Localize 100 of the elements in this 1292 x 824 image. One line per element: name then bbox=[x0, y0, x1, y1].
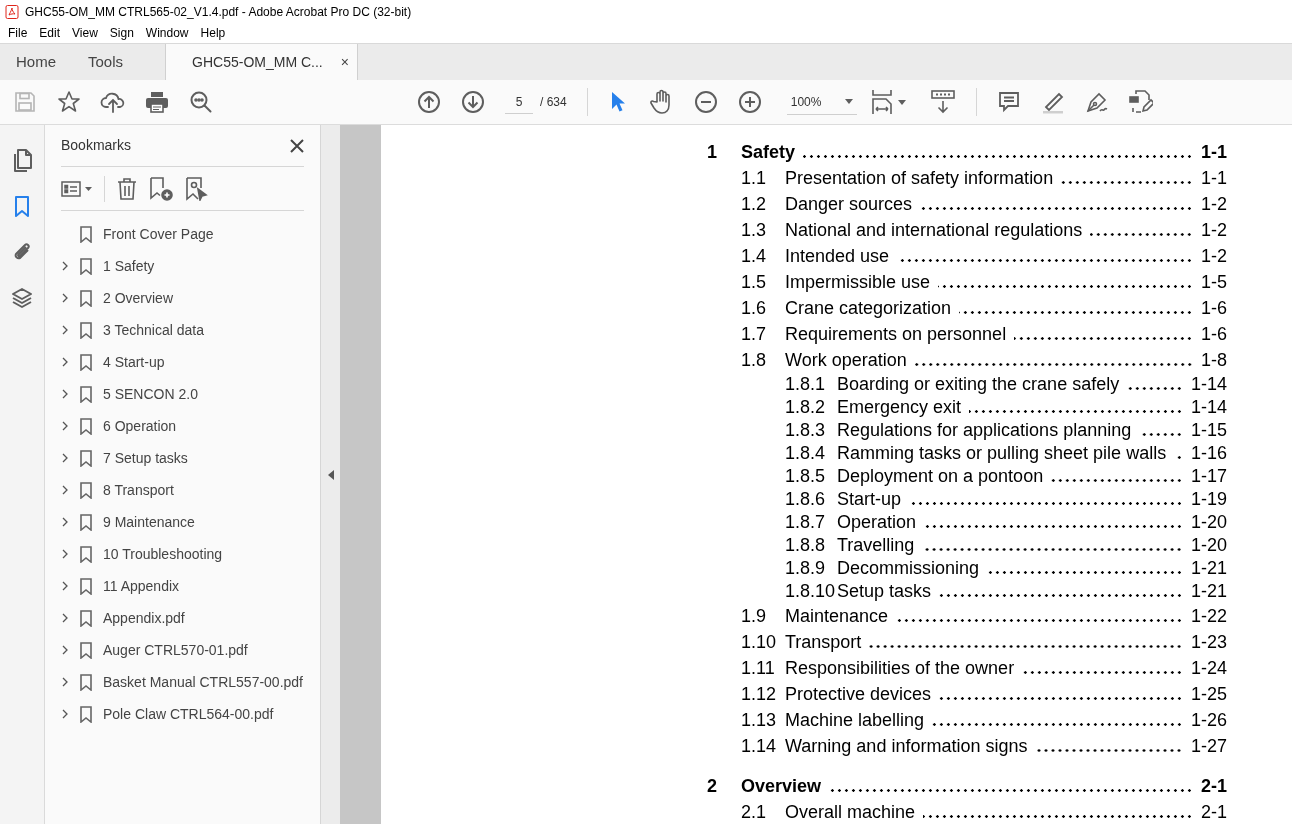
bookmark-icon bbox=[80, 289, 92, 307]
layers-panel-icon[interactable] bbox=[11, 287, 33, 311]
page-number: 1-25 bbox=[1190, 682, 1227, 706]
page-number: 1-14 bbox=[1190, 396, 1227, 419]
page-number: 2-1 bbox=[1201, 800, 1227, 824]
toc-entry[interactable]: Protective devices bbox=[785, 680, 932, 708]
toc-entry[interactable]: Safety bbox=[741, 138, 796, 166]
tab[interactable]: Home bbox=[0, 44, 72, 80]
bookmark-item[interactable]: 8 Transport bbox=[103, 479, 174, 501]
toc-entry[interactable]: Maintenance bbox=[785, 602, 889, 630]
page-number: 1-17 bbox=[1190, 465, 1227, 488]
page-number: 1-1 bbox=[1201, 166, 1227, 190]
toc-entry[interactable]: Machine labelling bbox=[785, 706, 925, 734]
page-number: 1-2 bbox=[1201, 244, 1227, 268]
panel-title: Bookmarks bbox=[61, 136, 132, 155]
page-number: 1-20 bbox=[1190, 534, 1227, 557]
chevron-right-icon[interactable] bbox=[62, 549, 68, 559]
toc-entry[interactable]: Responsibilities of the owner bbox=[785, 654, 1015, 682]
toc-entry[interactable]: Crane categorization bbox=[785, 294, 952, 322]
section-number: 2 bbox=[707, 774, 718, 798]
bookmark-item[interactable]: 6 Operation bbox=[103, 415, 177, 437]
tab[interactable]: GHC55-OM_MM C... × bbox=[165, 44, 358, 81]
bookmark-item[interactable]: Front Cover Page bbox=[103, 223, 214, 245]
toc-entry[interactable]: Transport bbox=[785, 628, 862, 656]
bookmark-item[interactable]: 9 Maintenance bbox=[103, 511, 195, 533]
section-number: 1.14 bbox=[741, 734, 778, 758]
bookmark-item[interactable]: Pole Claw CTRL564-00.pdf bbox=[103, 703, 274, 725]
chevron-right-icon[interactable] bbox=[62, 645, 68, 655]
toc-entry[interactable]: Warning and information signs bbox=[785, 732, 1028, 760]
section-number: 1.6 bbox=[741, 296, 768, 320]
menu-item[interactable]: Edit bbox=[33, 24, 67, 42]
zoom-dropdown[interactable]: 100% bbox=[786, 89, 857, 115]
bookmark-item[interactable]: Basket Manual CTRL557-00.pdf bbox=[103, 671, 303, 693]
bookmark-icon bbox=[80, 353, 92, 371]
toc-entry[interactable]: Intended use bbox=[785, 242, 890, 270]
tab[interactable]: Tools bbox=[72, 44, 140, 80]
chevron-right-icon[interactable] bbox=[62, 677, 68, 687]
chevron-right-icon[interactable] bbox=[62, 261, 68, 271]
menu-item[interactable]: View bbox=[66, 24, 104, 42]
delete-icon[interactable] bbox=[117, 177, 137, 200]
page-number-field[interactable]: 5 bbox=[505, 90, 533, 114]
bookmark-item[interactable]: 1 Safety bbox=[103, 255, 155, 277]
caret-icon bbox=[844, 99, 853, 104]
section-number: 1.8.4 bbox=[785, 442, 827, 465]
bookmark-icon bbox=[80, 673, 92, 691]
chevron-right-icon[interactable] bbox=[62, 613, 68, 623]
menu-item[interactable]: Sign bbox=[103, 24, 140, 42]
toc-entry[interactable]: Danger sources bbox=[785, 190, 913, 218]
page-number: 1-21 bbox=[1190, 557, 1227, 580]
close-icon[interactable] bbox=[290, 138, 304, 153]
dot-leader bbox=[1139, 433, 1183, 436]
section-number: 1.8.5 bbox=[785, 465, 827, 488]
page-number: 1-16 bbox=[1190, 442, 1227, 465]
page-number: 1-6 bbox=[1201, 296, 1227, 320]
toc-entry[interactable]: Presentation of safety information bbox=[785, 164, 1054, 192]
bookmark-icon bbox=[80, 417, 92, 435]
toc-entry[interactable]: National and international regulations bbox=[785, 216, 1083, 244]
chevron-right-icon[interactable] bbox=[62, 293, 68, 303]
bookmark-item[interactable]: 3 Technical data bbox=[103, 319, 204, 341]
section-number: 1.1 bbox=[741, 166, 768, 190]
bookmark-icon bbox=[80, 481, 92, 499]
page-number: 2-1 bbox=[1201, 774, 1227, 798]
menu-item[interactable]: File bbox=[2, 24, 34, 42]
collapse-panel-icon[interactable] bbox=[327, 469, 334, 480]
bookmark-item[interactable]: 7 Setup tasks bbox=[103, 447, 188, 469]
bookmark-item[interactable]: 4 Start-up bbox=[103, 351, 165, 373]
bookmark-item[interactable]: 2 Overview bbox=[103, 287, 174, 309]
bookmark-icon bbox=[80, 449, 92, 467]
chevron-right-icon[interactable] bbox=[62, 517, 68, 527]
page-number: 1-24 bbox=[1190, 656, 1227, 680]
chevron-right-icon[interactable] bbox=[62, 325, 68, 335]
menu-item[interactable]: Window bbox=[139, 24, 195, 42]
toc-entry[interactable]: Work operation bbox=[785, 346, 907, 374]
chevron-right-icon[interactable] bbox=[62, 389, 68, 399]
chevron-right-icon[interactable] bbox=[62, 421, 68, 431]
bookmark-item[interactable]: 11 Appendix bbox=[103, 575, 180, 597]
toc-entry[interactable]: Overview bbox=[741, 772, 822, 800]
bookmark-icon bbox=[80, 257, 92, 275]
bookmark-item[interactable]: 10 Troubleshooting bbox=[103, 543, 223, 565]
bookmark-item[interactable]: Appendix.pdf bbox=[103, 607, 185, 629]
find-bookmark-icon[interactable] bbox=[185, 176, 209, 201]
section-number: 1.8.3 bbox=[785, 419, 827, 442]
close-tab-button[interactable]: × bbox=[340, 52, 349, 73]
new-bookmark-icon[interactable] bbox=[149, 176, 173, 201]
options-menu-icon[interactable] bbox=[61, 180, 92, 197]
chevron-right-icon[interactable] bbox=[62, 357, 68, 367]
page-number: 1-26 bbox=[1190, 708, 1227, 732]
chevron-right-icon[interactable] bbox=[62, 709, 68, 719]
toc-entry[interactable]: Overall machine bbox=[785, 798, 916, 824]
bookmark-item[interactable]: Auger CTRL570-01.pdf bbox=[103, 639, 248, 661]
pages-panel-icon[interactable] bbox=[11, 149, 33, 173]
toc-entry[interactable]: Impermissible use bbox=[785, 268, 931, 296]
chevron-right-icon[interactable] bbox=[62, 581, 68, 591]
toc-entry[interactable]: Requirements on personnel bbox=[785, 320, 1007, 348]
page-number: 1-2 bbox=[1201, 218, 1227, 242]
chevron-right-icon[interactable] bbox=[62, 485, 68, 495]
app-logo-icon bbox=[5, 4, 19, 19]
chevron-right-icon[interactable] bbox=[62, 453, 68, 463]
bookmark-item[interactable]: 5 SENCON 2.0 bbox=[103, 383, 198, 405]
menu-item[interactable]: Help bbox=[194, 24, 232, 42]
